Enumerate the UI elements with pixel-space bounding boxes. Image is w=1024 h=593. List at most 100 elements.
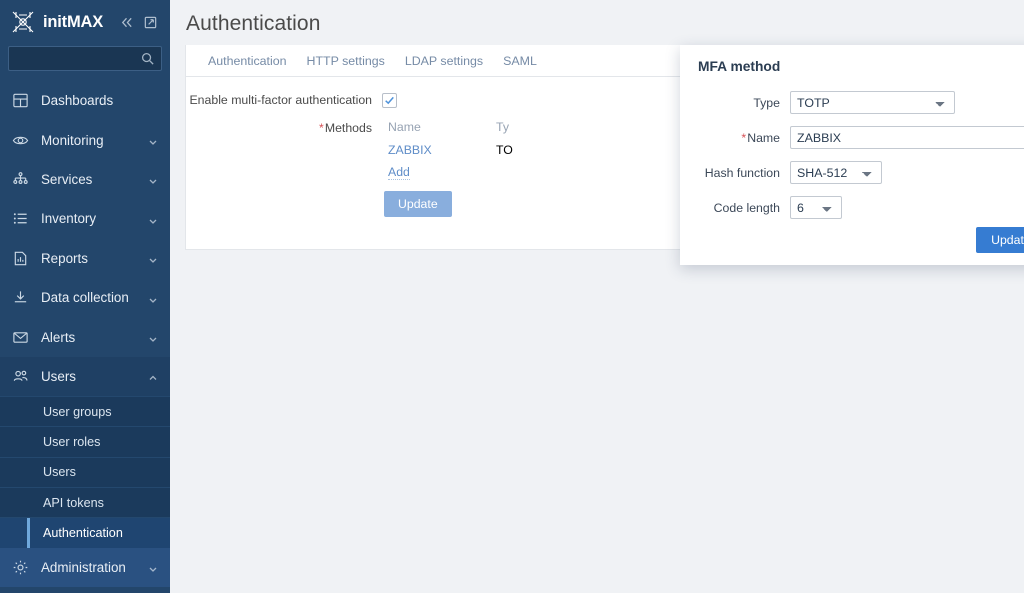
sidebar-item-api-tokens[interactable]: API tokens xyxy=(0,487,170,517)
add-method-link[interactable]: Add xyxy=(388,165,410,180)
sidebar-item-label: Services xyxy=(41,171,93,187)
hash-function-label: Hash function xyxy=(704,165,780,180)
envelope-icon xyxy=(12,329,29,346)
sidebar-item-label: Administration xyxy=(41,559,126,575)
tab-label: LDAP settings xyxy=(404,53,484,68)
page-title: Authentication xyxy=(186,12,321,35)
sidebar-nav: Dashboards Monitoring Services Inventory… xyxy=(0,81,170,593)
chevron-down-icon xyxy=(148,135,158,145)
tab-authentication[interactable]: Authentication xyxy=(198,45,297,76)
methods-table: Name Ty ZABBIX TO Add xyxy=(382,119,602,180)
search-icon xyxy=(140,51,155,66)
code-length-select[interactable]: 6 xyxy=(790,196,842,219)
dashboard-grid-icon xyxy=(12,92,29,109)
enable-mfa-label: Enable multi-factor authentication xyxy=(189,93,372,107)
sidebar-item-users[interactable]: Users xyxy=(0,356,170,397)
sidebar-item-inventory[interactable]: Inventory xyxy=(0,199,170,238)
sidebar-item-services[interactable]: Services xyxy=(0,160,170,199)
gear-icon xyxy=(12,559,29,576)
code-length-label: Code length xyxy=(713,200,780,215)
sidebar-item-dashboards[interactable]: Dashboards xyxy=(0,81,170,120)
chevron-down-icon xyxy=(148,562,158,573)
sidebar-item-label: Reports xyxy=(41,250,88,266)
name-label: *Name xyxy=(680,131,790,145)
method-name-link[interactable]: ZABBIX xyxy=(388,143,496,157)
sidebar-header-icons xyxy=(119,15,162,30)
sidebar-item-label: Users xyxy=(41,368,76,384)
modal-title: MFA method xyxy=(698,59,781,74)
search-box[interactable] xyxy=(8,46,162,71)
list-icon xyxy=(12,210,29,227)
table-row: ZABBIX TO xyxy=(382,140,602,160)
table-header-row: Name Ty xyxy=(382,119,602,140)
required-marker: * xyxy=(741,130,747,145)
name-label-text: Name xyxy=(747,130,780,145)
name-input[interactable] xyxy=(790,126,1024,149)
type-row: Type TOTP xyxy=(680,91,1024,114)
sidebar-item-reports[interactable]: Reports xyxy=(0,239,170,278)
type-select[interactable]: TOTP xyxy=(790,91,955,114)
report-chart-icon xyxy=(12,250,29,267)
chevron-down-icon xyxy=(148,253,158,264)
chevron-down-icon xyxy=(148,174,158,185)
methods-block: Name Ty ZABBIX TO Add Update xyxy=(382,119,602,217)
form-update-button[interactable]: Update xyxy=(384,191,452,217)
sidebar-item-label: Dashboards xyxy=(41,93,114,109)
chevron-down-icon xyxy=(148,214,158,224)
hash-function-row: Hash function SHA-512 xyxy=(680,161,1024,184)
sidebar-search-wrapper xyxy=(0,44,170,81)
column-header-type: Ty xyxy=(496,120,509,134)
column-header-name: Name xyxy=(388,120,421,134)
sidebar-subitem-label: User groups xyxy=(43,404,112,419)
hash-function-select[interactable]: SHA-512 xyxy=(790,161,882,184)
tab-label: Authentication xyxy=(208,53,287,68)
type-label: Type xyxy=(753,95,780,110)
sidebar-item-label: Inventory xyxy=(41,211,97,227)
code-length-row: Code length 6 xyxy=(680,196,1024,219)
modal-header: MFA method xyxy=(680,45,1024,89)
sidebar-item-user-roles[interactable]: User roles xyxy=(0,426,170,456)
download-icon xyxy=(12,289,29,306)
sidebar-item-alerts[interactable]: Alerts xyxy=(0,317,170,356)
kiosk-mode-icon[interactable] xyxy=(143,15,158,30)
sidebar-subitem-label: API tokens xyxy=(43,495,104,510)
sidebar-item-user-groups[interactable]: User groups xyxy=(0,396,170,426)
sidebar-item-authentication[interactable]: Authentication xyxy=(0,517,170,548)
sidebar-item-label: Data collection xyxy=(41,290,129,306)
tab-saml-settings[interactable]: SAML xyxy=(493,45,547,76)
sidebar-item-administration[interactable]: Administration xyxy=(0,547,170,587)
enable-mfa-checkbox[interactable] xyxy=(382,93,397,108)
modal-update-button[interactable]: Update xyxy=(976,227,1024,253)
sidebar-subitem-label: User roles xyxy=(43,435,101,450)
chevron-up-icon xyxy=(148,371,158,381)
eye-icon xyxy=(12,132,29,149)
methods-label-text: Methods xyxy=(324,121,372,135)
sidebar-item-label: Monitoring xyxy=(41,132,104,148)
search-input[interactable] xyxy=(9,47,161,70)
sidebar: initMAX Dashboards Monitoring Services I… xyxy=(0,0,170,593)
logo-text: initMAX xyxy=(43,12,104,31)
sidebar-subitem-label: Users xyxy=(43,465,76,480)
required-marker: * xyxy=(319,121,324,135)
sidebar-item-users-list[interactable]: Users xyxy=(0,456,170,487)
modal-footer: Update Cancel xyxy=(976,227,1024,253)
users-icon xyxy=(12,368,29,385)
tab-label: HTTP settings xyxy=(306,53,385,68)
sidebar-header: initMAX xyxy=(0,0,170,44)
sidebar-item-label: Alerts xyxy=(41,329,76,345)
tab-label: SAML xyxy=(503,53,537,68)
methods-label: *Methods xyxy=(186,119,382,138)
sidebar-item-monitoring[interactable]: Monitoring xyxy=(0,120,170,159)
add-method-row: Add xyxy=(382,160,602,180)
tab-http-settings[interactable]: HTTP settings xyxy=(297,45,395,76)
tab-ldap-settings[interactable]: LDAP settings xyxy=(395,45,493,76)
sidebar-item-data-collection[interactable]: Data collection xyxy=(0,278,170,317)
name-row: *Name xyxy=(680,126,1024,149)
method-type-value: TO xyxy=(496,143,513,157)
app-root: initMAX Dashboards Monitoring Services I… xyxy=(0,0,1024,593)
chevron-down-icon xyxy=(148,293,158,303)
initmax-x-logo-icon xyxy=(10,9,36,35)
double-chevron-left-icon[interactable] xyxy=(119,15,134,30)
sidebar-submenu-users: User groups User roles Users API tokens … xyxy=(0,396,170,548)
services-tree-icon xyxy=(12,171,29,188)
